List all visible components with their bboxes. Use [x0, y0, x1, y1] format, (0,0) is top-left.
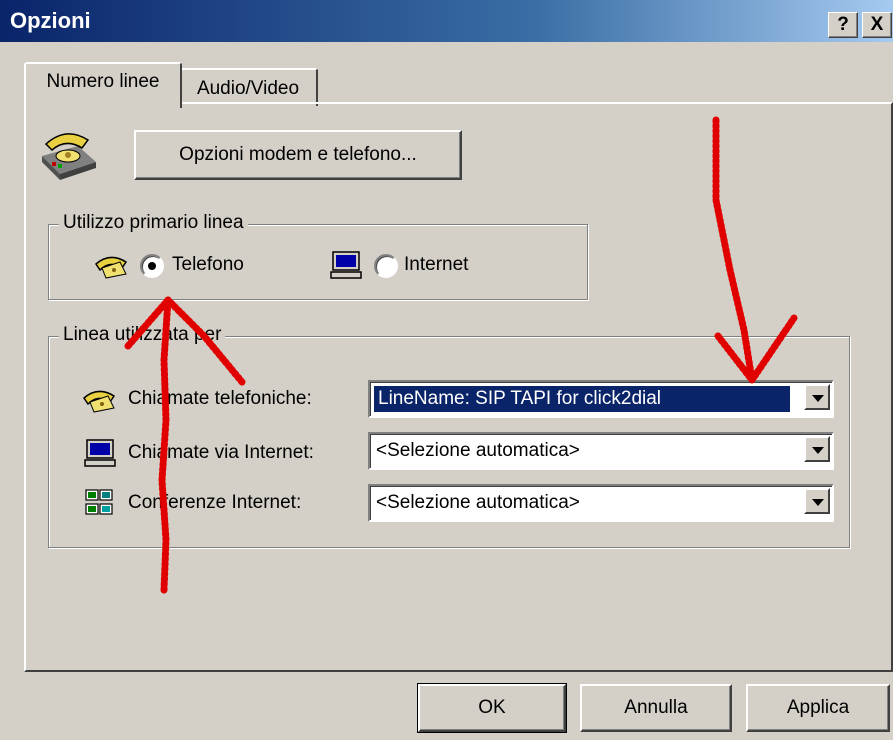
internet-calls-select[interactable]: <Selezione automatica> — [368, 432, 834, 470]
conference-icon — [85, 489, 113, 515]
line-usage-legend: Linea utilizzata per — [59, 324, 226, 346]
phone-calls-value: LineName: SIP TAPI for click2dial — [374, 386, 790, 412]
telephone-icon — [95, 256, 128, 279]
computer-icon — [84, 439, 116, 467]
radio-telefono[interactable] — [140, 254, 164, 278]
help-button[interactable]: ? — [828, 12, 858, 38]
internet-label: Internet — [404, 254, 469, 275]
ok-button[interactable]: OK — [417, 683, 567, 733]
internet-conferences-label: Conferenze Internet: — [128, 492, 302, 513]
tab-numero-linee[interactable]: Numero linee — [24, 62, 182, 108]
title-bar: Opzioni ? X — [0, 0, 893, 42]
chevron-down-icon[interactable] — [804, 488, 830, 514]
computer-icon — [330, 251, 362, 279]
modem-phone-options-button[interactable]: Opzioni modem e telefono... — [134, 130, 462, 180]
phone-calls-select[interactable]: LineName: SIP TAPI for click2dial — [368, 380, 834, 418]
apply-button[interactable]: Applica — [746, 684, 890, 732]
modem-phone-icon — [42, 133, 96, 180]
primary-usage-group: Utilizzo primario linea — [48, 212, 588, 300]
phone-calls-label: Chiamate telefoniche: — [128, 388, 312, 409]
chevron-down-icon[interactable] — [804, 436, 830, 462]
internet-calls-label: Chiamate via Internet: — [128, 442, 314, 463]
tab-audio-video[interactable]: Audio/Video — [180, 68, 318, 106]
window-title: Opzioni — [10, 8, 91, 33]
radio-internet[interactable] — [374, 254, 398, 278]
close-button[interactable]: X — [862, 12, 892, 38]
primary-usage-legend: Utilizzo primario linea — [59, 212, 248, 234]
telephone-icon — [83, 390, 116, 413]
internet-calls-value: <Selezione automatica> — [376, 440, 580, 461]
internet-conferences-select[interactable]: <Selezione automatica> — [368, 484, 834, 522]
internet-conferences-value: <Selezione automatica> — [376, 492, 580, 513]
radio-selected-dot — [148, 262, 156, 270]
cancel-button[interactable]: Annulla — [580, 684, 732, 732]
chevron-down-icon[interactable] — [804, 384, 830, 410]
telefono-label: Telefono — [172, 254, 244, 275]
